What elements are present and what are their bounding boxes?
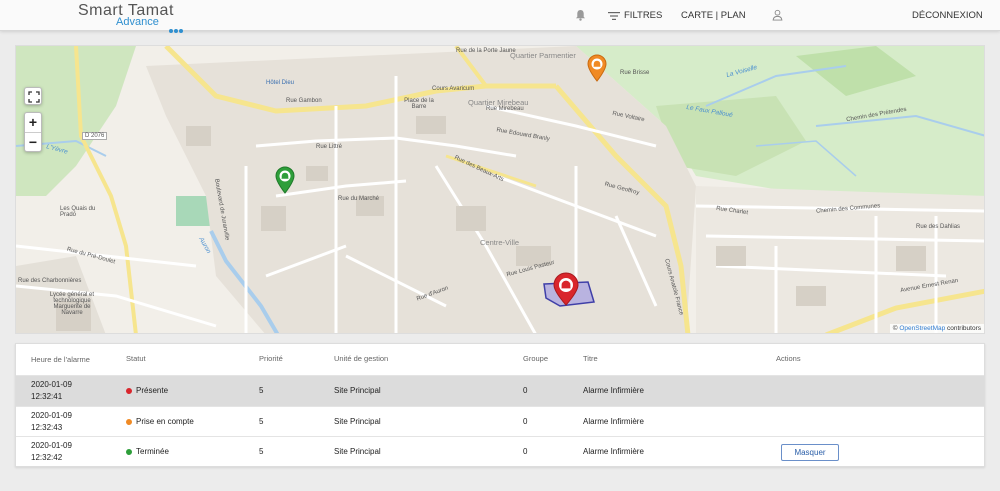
attribution-suffix: contributors [945,325,981,332]
map-label-quartier-parmentier: Quartier Parmentier [510,51,576,60]
alarm-status: Terminée [126,447,169,456]
alarm-title: Alarme Infirmière [583,386,644,395]
header-title[interactable]: Titre [583,354,598,363]
map-label-rue-porte-jaune: Rue de la Porte Jaune [456,48,516,54]
alarm-group: 0 [523,417,528,426]
map-plan-label: CARTE | PLAN [681,10,746,21]
logo-dots [169,20,184,38]
zoom-in-button[interactable]: + [25,113,41,133]
map-label-lycee: Lycée général et technologique Marguerit… [49,292,95,316]
attribution-link[interactable]: OpenStreetMap [899,325,945,332]
alarm-group: 0 [523,447,528,456]
app-logo[interactable]: Smart Tamat Advance [78,2,188,33]
alarm-status: Prise en compte [126,417,194,426]
map-label-rue-charbonnieres: Rue des Charbonnières [18,278,82,284]
fullscreen-button[interactable] [24,87,42,105]
hide-alarm-button[interactable]: Masquer [781,444,839,461]
status-label: Prise en compte [136,417,194,426]
zoom-control: + − [24,112,42,152]
map-label-rue-mirebeau: Rue Mirebeau [486,106,524,112]
header-priority[interactable]: Priorité [259,354,283,363]
header-status[interactable]: Statut [126,354,146,363]
map-label-quais-prado: Les Quais du Prado [60,206,96,218]
alarm-date: 2020-01-09 [31,411,72,420]
status-label: Terminée [136,447,169,456]
logout-label: DÉCONNEXION [912,10,983,21]
alarm-pin-orange[interactable] [586,54,608,82]
alarm-priority: 5 [259,386,264,395]
alarm-title: Alarme Infirmière [583,447,644,456]
filter-icon [608,11,620,20]
map-label-cours-avaricum: Cours Avaricum [432,86,475,92]
user-icon[interactable] [772,9,783,21]
map-label-rue-littre: Rue Littré [316,144,343,150]
fullscreen-icon [28,91,40,103]
alarm-pin-green[interactable] [274,166,296,194]
alarm-unit: Site Principal [334,417,381,426]
alarm-priority: 5 [259,447,264,456]
logout-button[interactable]: DÉCONNEXION [912,0,983,31]
map-view[interactable]: Quartier Parmentier Quartier Mirebeau Ce… [15,45,985,334]
alarm-date: 2020-01-09 [31,380,72,389]
status-dot-green [126,448,132,455]
status-dot-orange [126,418,132,425]
map-label-rue-marche: Rue du Marché [338,196,380,202]
filters-button[interactable]: FILTRES [608,0,662,31]
alarm-clock: 12:32:41 [31,392,63,401]
header-group[interactable]: Groupe [523,354,548,363]
map-label-rue-gambon: Rue Gambon [286,98,322,104]
status-label: Présente [136,386,169,395]
bell-icon[interactable] [575,9,586,21]
alarm-priority: 5 [259,417,264,426]
table-header: Heure de l'alarme Statut Priorité Unité … [16,344,984,374]
table-row[interactable]: 2020-01-09 12:32:42 Terminée 5 Site Prin… [16,436,984,467]
alarm-pin-red[interactable] [552,272,580,306]
alarm-clock: 12:32:43 [31,423,63,432]
alarm-unit: Site Principal [334,386,381,395]
filters-label: FILTRES [624,10,663,21]
alarm-status: Présente [126,386,168,395]
map-label-rue-dahlias: Rue des Dahlias [916,224,961,230]
status-dot-red [126,387,132,394]
alarm-time: 2020-01-09 12:32:42 [31,440,72,464]
alarm-title: Alarme Infirmière [583,417,644,426]
header-time[interactable]: Heure de l'alarme [31,354,90,366]
header-unit[interactable]: Unité de gestion [334,354,388,363]
alarm-group: 0 [523,386,528,395]
alarm-clock: 12:32:42 [31,453,63,462]
alarm-time: 2020-01-09 12:32:43 [31,410,72,434]
table-row[interactable]: 2020-01-09 12:32:41 Présente 5 Site Prin… [16,375,984,406]
top-bar: Smart Tamat Advance FILTRES CARTE | PLAN… [0,0,1000,33]
alarm-time: 2020-01-09 12:32:41 [31,379,72,403]
map-plan-toggle[interactable]: CARTE | PLAN [681,0,746,31]
zoom-out-button[interactable]: − [25,133,41,153]
map-label-place-barre: Place de la Barre [404,98,434,110]
alarm-unit: Site Principal [334,447,381,456]
map-label-rue-brisse: Rue Brisse [620,70,650,76]
map-label-d2076: D 2076 [82,132,108,140]
header-actions: Actions [776,354,801,363]
map-attribution: © OpenStreetMap contributors [889,324,984,333]
logo-subtitle: Advance [116,16,159,28]
alarm-table: Heure de l'alarme Statut Priorité Unité … [15,343,985,467]
map-tiles [16,46,984,333]
map-label-hotel-dieu: Hôtel Dieu [266,80,295,86]
table-row[interactable]: 2020-01-09 12:32:43 Prise en compte 5 Si… [16,406,984,436]
map-label-centre-ville: Centre-Ville [480,238,520,247]
alarm-date: 2020-01-09 [31,441,72,450]
